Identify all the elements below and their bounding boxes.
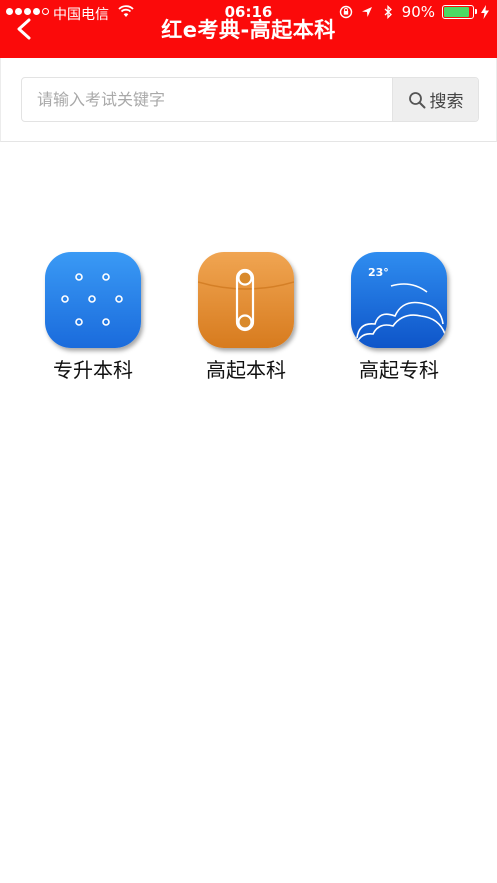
envelope-clip-icon xyxy=(198,252,294,348)
app-label: 高起本科 xyxy=(206,358,286,382)
weather-cloud-icon: 23° xyxy=(351,252,447,348)
search-input[interactable] xyxy=(22,78,394,121)
search-bar: 搜索 xyxy=(21,77,479,122)
app-label: 专升本科 xyxy=(53,358,133,382)
search-panel: 搜索 xyxy=(0,58,497,142)
app-gaoqibenke[interactable]: 高起本科 xyxy=(176,252,316,383)
dots-grid-icon xyxy=(45,252,141,348)
app-header: 中国电信 06:16 90% 红e考典-高起本科 xyxy=(0,0,497,58)
search-button[interactable]: 搜索 xyxy=(392,78,478,121)
app-gaoqizhuanke[interactable]: 23° 高起专科 xyxy=(329,252,469,383)
page-title: 红e考典-高起本科 xyxy=(161,18,336,42)
weather-temperature: 23° xyxy=(368,266,389,279)
app-zhuanshengbenke[interactable]: 专升本科 xyxy=(23,252,163,383)
app-label: 高起专科 xyxy=(359,358,439,382)
search-icon xyxy=(408,91,425,108)
search-button-label: 搜索 xyxy=(429,92,464,112)
